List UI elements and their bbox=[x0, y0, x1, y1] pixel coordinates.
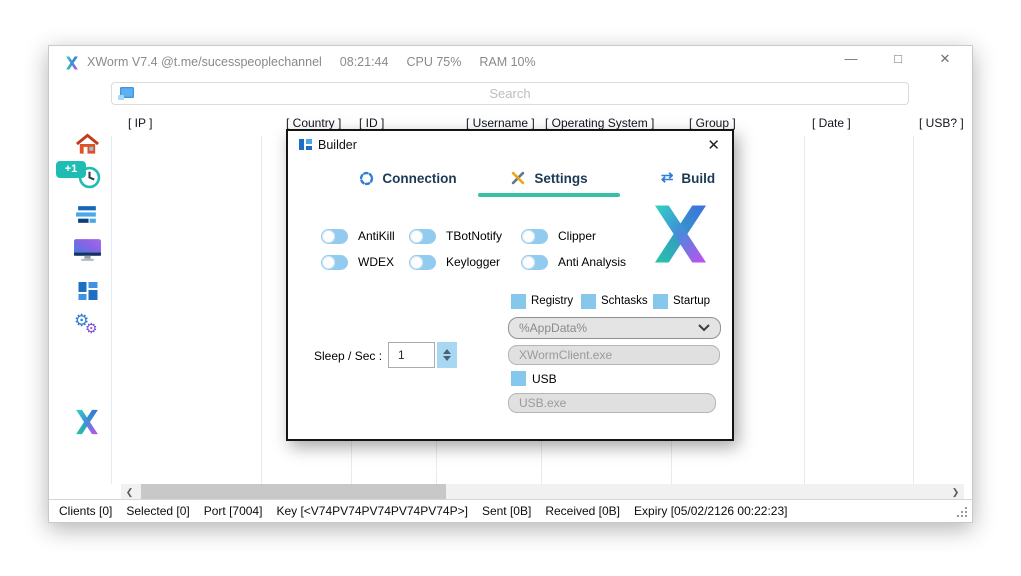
sleep-label: Sleep / Sec : bbox=[314, 349, 382, 363]
feature-toggles: AntiKill TBotNotify Clipper WDEX Keylogg… bbox=[321, 223, 681, 275]
column-divider bbox=[111, 136, 112, 484]
usb-option: USB bbox=[511, 371, 557, 386]
schtasks-option: Schtasks bbox=[581, 293, 653, 309]
tab-settings[interactable]: Settings bbox=[478, 165, 620, 191]
status-bar: Clients [0] Selected [0] Port [7004] Key… bbox=[49, 499, 972, 522]
gears-icon: ⚙ ⚙ bbox=[74, 314, 102, 342]
tab-connection[interactable]: Connection bbox=[337, 165, 479, 191]
column-header-country[interactable]: [ Country ] bbox=[286, 116, 341, 130]
x-logo-large-icon bbox=[653, 203, 708, 265]
toggle-antikill: AntiKill bbox=[321, 223, 409, 249]
stepper-up-icon[interactable] bbox=[443, 349, 451, 354]
client-filename-input[interactable] bbox=[508, 345, 720, 365]
builder-dialog-title: Builder bbox=[318, 138, 357, 152]
cpu-usage: CPU 75% bbox=[406, 55, 461, 69]
usb-filename-input[interactable] bbox=[508, 393, 716, 413]
install-options: Registry Schtasks Startup bbox=[511, 293, 710, 309]
startup-checkbox[interactable] bbox=[653, 294, 668, 309]
wdex-toggle[interactable] bbox=[321, 255, 348, 270]
xworm-logo-icon bbox=[65, 56, 79, 70]
x-logo-icon bbox=[75, 409, 99, 435]
xworm-main-window: XWorm V7.4 @t.me/sucesspeoplechannel 08:… bbox=[48, 45, 973, 523]
toggle-keylogger: Keylogger bbox=[409, 249, 521, 275]
window-title: XWorm V7.4 @t.me/sucesspeoplechannel bbox=[87, 55, 322, 69]
uptime-clock: 08:21:44 bbox=[340, 55, 389, 69]
builder-icon bbox=[298, 137, 313, 152]
titlebar: XWorm V7.4 @t.me/sucesspeoplechannel 08:… bbox=[49, 46, 972, 79]
schtasks-checkbox[interactable] bbox=[581, 294, 596, 309]
status-key: Key [<V74PV74PV74PV74PV74P>] bbox=[276, 504, 467, 518]
sidebar-item-monitor[interactable] bbox=[73, 237, 102, 268]
sidebar-item-apps[interactable] bbox=[76, 279, 100, 308]
builder-close-icon[interactable]: ✕ bbox=[707, 136, 720, 154]
toggle-tbotnotify: TBotNotify bbox=[409, 223, 521, 249]
status-port: Port [7004] bbox=[204, 504, 263, 518]
maximize-button[interactable]: □ bbox=[891, 51, 905, 67]
install-folder-dropdown[interactable]: %AppData% bbox=[508, 317, 721, 339]
ram-usage: RAM 10% bbox=[479, 55, 535, 69]
column-header-username[interactable]: [ Username ] bbox=[466, 116, 535, 130]
home-icon bbox=[75, 132, 100, 156]
apps-grid-icon bbox=[76, 279, 100, 303]
sleep-input[interactable] bbox=[388, 342, 435, 368]
clipper-toggle[interactable] bbox=[521, 229, 548, 244]
status-expiry: Expiry [05/02/2126 00:22:23] bbox=[634, 504, 787, 518]
settings-tools-icon bbox=[510, 170, 526, 186]
notification-badge: +1 bbox=[56, 161, 86, 178]
column-header-id[interactable]: [ ID ] bbox=[359, 116, 384, 130]
column-header-group[interactable]: [ Group ] bbox=[689, 116, 736, 130]
status-clients: Clients [0] bbox=[59, 504, 112, 518]
antianalysis-toggle[interactable] bbox=[521, 255, 548, 270]
column-header-usb[interactable]: [ USB? ] bbox=[919, 116, 964, 130]
monitor-icon bbox=[73, 237, 102, 263]
column-divider bbox=[804, 136, 805, 484]
registry-option: Registry bbox=[511, 293, 581, 309]
column-divider bbox=[261, 136, 262, 484]
minimize-button[interactable]: — bbox=[844, 51, 858, 67]
search-input[interactable] bbox=[112, 83, 908, 104]
column-header-os[interactable]: [ Operating System ] bbox=[545, 116, 654, 130]
status-sent: Sent [0B] bbox=[482, 504, 531, 518]
sidebar-item-tasks[interactable] bbox=[75, 204, 100, 230]
column-header-ip[interactable]: [ IP ] bbox=[128, 116, 152, 130]
keylogger-toggle[interactable] bbox=[409, 255, 436, 270]
toggle-wdex: WDEX bbox=[321, 249, 409, 275]
stepper-down-icon[interactable] bbox=[443, 356, 451, 361]
registry-checkbox[interactable] bbox=[511, 294, 526, 309]
chevron-down-icon bbox=[698, 324, 710, 332]
status-selected: Selected [0] bbox=[126, 504, 189, 518]
usb-checkbox[interactable] bbox=[511, 371, 526, 386]
build-arrows-icon: ⇄ bbox=[661, 171, 674, 185]
tbotnotify-toggle[interactable] bbox=[409, 229, 436, 244]
sidebar-item-home[interactable] bbox=[75, 132, 100, 161]
antikill-toggle[interactable] bbox=[321, 229, 348, 244]
sleep-stepper[interactable] bbox=[437, 342, 457, 368]
connection-icon bbox=[359, 171, 374, 186]
sidebar-item-builder[interactable] bbox=[75, 409, 99, 440]
search-bar bbox=[111, 82, 909, 105]
sidebar-item-settings[interactable]: ⚙ ⚙ bbox=[74, 314, 102, 347]
builder-dialog-titlebar: Builder ✕ bbox=[288, 131, 732, 159]
tab-build[interactable]: ⇄ Build bbox=[617, 165, 759, 191]
startup-option: Startup bbox=[653, 293, 710, 309]
status-received: Received [0B] bbox=[545, 504, 620, 518]
column-header-date[interactable]: [ Date ] bbox=[812, 116, 851, 130]
builder-dialog: Builder ✕ Connection Settings ⇄ Build A bbox=[286, 129, 734, 441]
resize-grip[interactable] bbox=[956, 506, 969, 519]
column-divider bbox=[913, 136, 914, 484]
tasks-list-icon bbox=[75, 204, 100, 225]
close-button[interactable]: ✕ bbox=[938, 51, 952, 67]
